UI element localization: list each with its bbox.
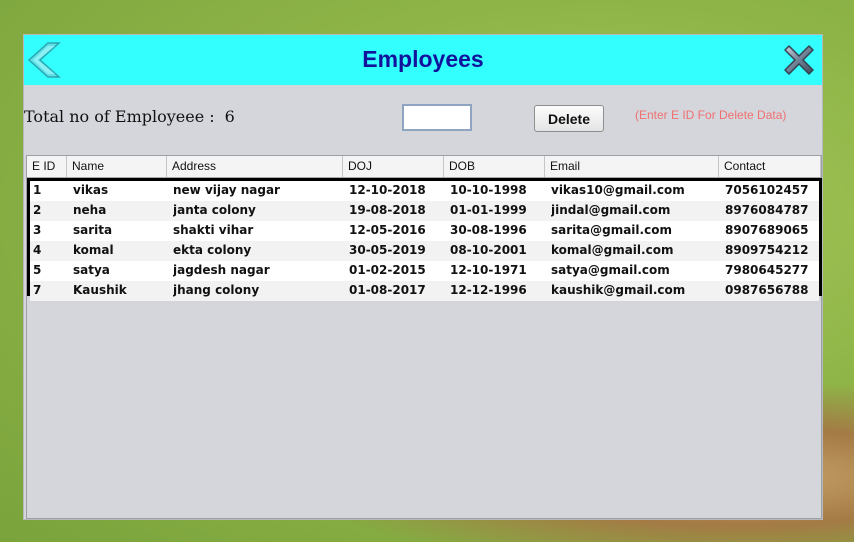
table-cell: 12-10-1971 [450,263,527,277]
table-cell: jagdesh nagar [173,263,270,277]
table-cell: 30-05-2019 [349,243,426,257]
table-cell: 0987656788 [725,283,809,297]
table-header: E ID Name Address DOJ DOB Email Contact [27,156,821,178]
table-cell: new vijay nagar [173,183,280,197]
employee-id-input[interactable] [402,104,472,131]
table-cell: satya@gmail.com [551,263,670,277]
table-cell: 7980645277 [725,263,809,277]
table-cell: 8909754212 [725,243,809,257]
table-cell: 5 [33,263,42,277]
table-body: 1 vikas new vijay nagar 12-10-2018 10-10-199… [27,178,822,301]
table-cell: 30-08-1996 [450,223,527,237]
table-cell: neha [73,203,107,217]
column-header[interactable]: Name [67,156,167,177]
employees-table: E ID Name Address DOJ DOB Email Contact 1 vikas… [26,155,822,519]
column-header[interactable]: Contact [719,156,821,177]
column-header[interactable]: E ID [27,156,67,177]
column-header[interactable]: Email [545,156,719,177]
window-title: Employees [362,46,484,72]
table-cell: 2 [33,203,42,217]
table-cell: vikas10@gmail.com [551,183,685,197]
table-cell: Kaushik [73,283,127,297]
table-row[interactable]: 3 sarita shakti vihar 12-05-2016 30-08-1996 s… [30,221,819,241]
table-cell: 7056102457 [725,183,809,197]
table-cell: 08-10-2001 [450,243,527,257]
table-cell: 12-12-1996 [450,283,527,297]
table-cell: komal [73,243,114,257]
total-employees-count: 6 [224,107,235,126]
table-cell: 1 [33,183,42,197]
table-cell: 8907689065 [725,223,809,237]
table-cell: sarita [73,223,113,237]
employees-window: Employees Total no of Employeee : 6 Delet… [23,34,823,520]
table-cell: kaushik@gmail.com [551,283,686,297]
table-cell: 01-02-2015 [349,263,426,277]
delete-button[interactable]: Delete [534,105,604,132]
table-cell: 4 [33,243,42,257]
table-row[interactable]: 1 vikas new vijay nagar 12-10-2018 10-10-199… [30,181,819,201]
table-cell: ekta colony [173,243,252,257]
table-cell: 19-08-2018 [349,203,426,217]
column-header[interactable]: DOB [444,156,545,177]
table-cell: shakti vihar [173,223,254,237]
close-x-icon[interactable] [780,41,818,79]
table-cell: 12-10-2018 [349,183,426,197]
table-cell: 7 [33,283,42,297]
table-cell: jindal@gmail.com [551,203,671,217]
total-employees-text: Total no of Employeee : [24,107,215,126]
table-cell: sarita@gmail.com [551,223,672,237]
table-cell: 10-10-1998 [450,183,527,197]
table-cell: 01-01-1999 [450,203,527,217]
column-header[interactable]: Address [167,156,343,177]
table-cell: komal@gmail.com [551,243,674,257]
table-row[interactable]: 5 satya jagdesh nagar 01-02-2015 12-10-1971 s… [30,261,819,281]
total-employees-label: Total no of Employeee : 6 [24,107,235,126]
table-cell: janta colony [173,203,256,217]
table-cell: 3 [33,223,42,237]
table-cell: jhang colony [173,283,260,297]
table-cell: 8976084787 [725,203,809,217]
table-cell: 01-08-2017 [349,283,426,297]
column-header[interactable]: DOJ [343,156,444,177]
table-row[interactable]: 4 komal ekta colony 30-05-2019 08-10-2001 kom… [30,241,819,261]
table-row[interactable]: 2 neha janta colony 19-08-2018 01-01-1999 jin… [30,201,819,221]
table-cell: satya [73,263,110,277]
table-row[interactable]: 7 Kaushik jhang colony 01-08-2017 12-12-1996… [30,281,819,301]
delete-hint: (Enter E ID For Delete Data) [635,108,787,122]
table-cell: vikas [73,183,109,197]
table-cell: 12-05-2016 [349,223,426,237]
title-bar: Employees [24,35,822,85]
